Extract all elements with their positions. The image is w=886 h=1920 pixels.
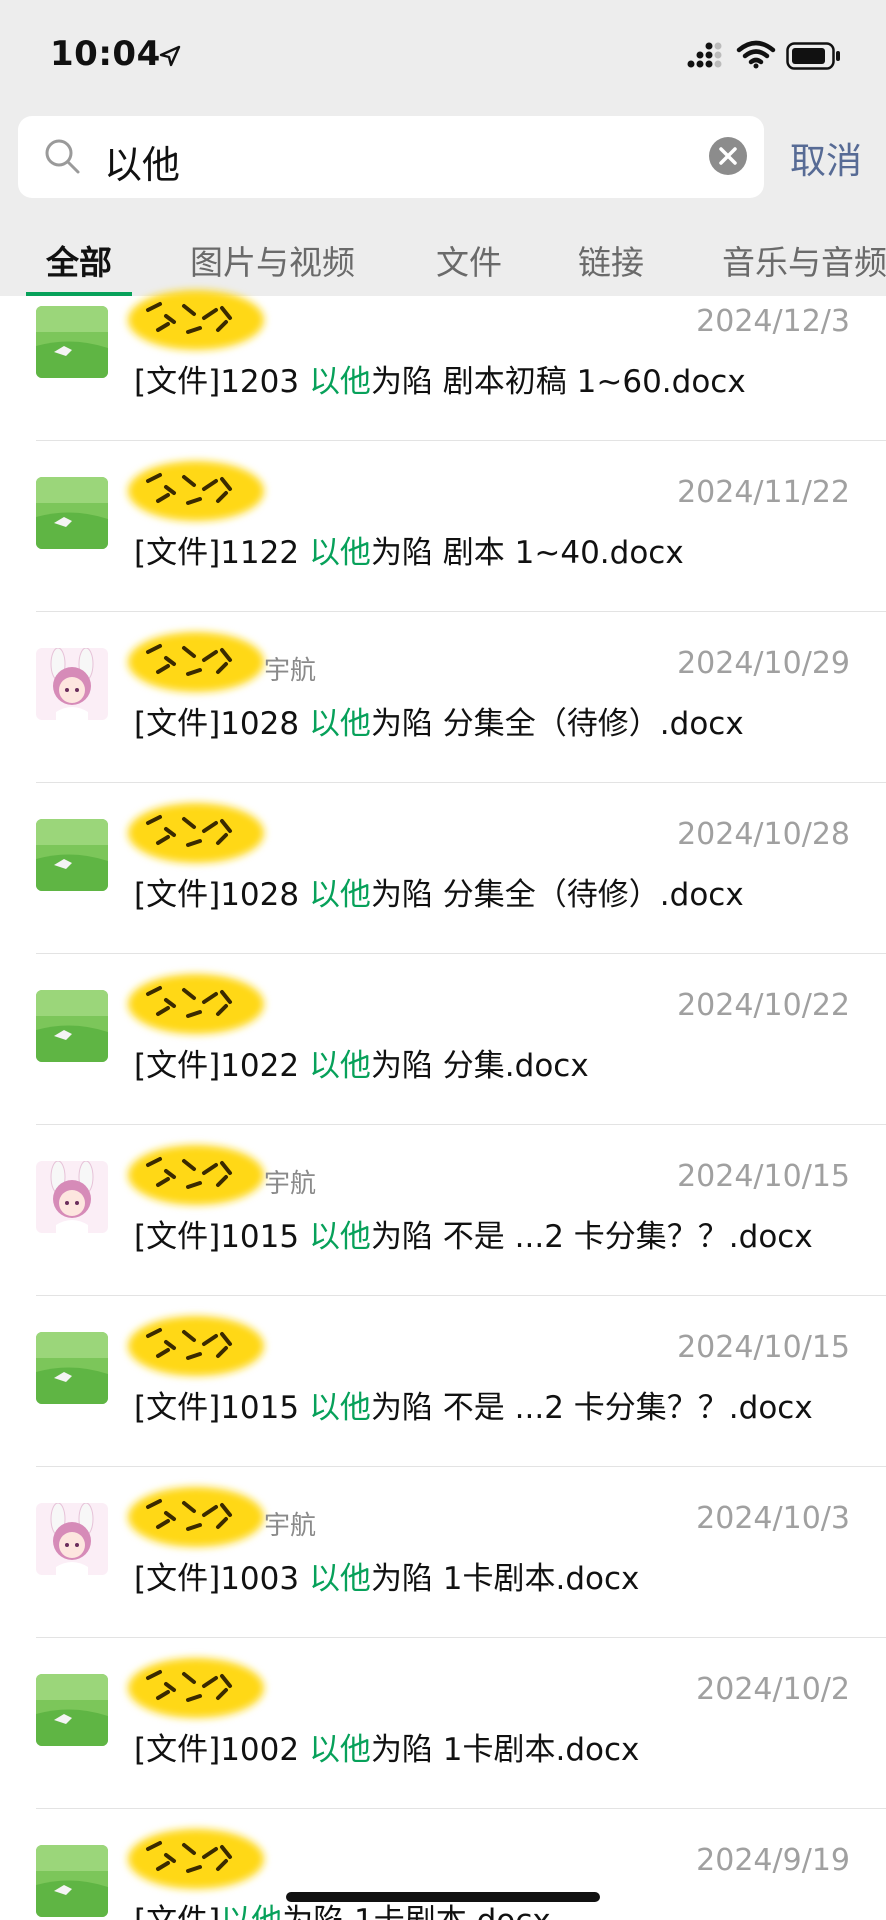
result-date: 2024/10/3 [696, 1501, 850, 1536]
result-title-suffix: 为陷 分集全（待修）.docx [370, 877, 744, 913]
result-title: [文件]1122 以他为陷 剧本 1~40.docx [134, 527, 684, 572]
list-item[interactable]: 宇航 2024/10/29 [文件]1028 以他为陷 分集全（待修）.docx [0, 612, 886, 783]
contact-avatar-field[interactable] [36, 1674, 108, 1746]
result-keyword-highlight: 以他 [308, 1390, 371, 1426]
location-arrow-icon [159, 45, 181, 67]
list-item[interactable]: 2024/10/28 [文件]1028 以他为陷 分集全（待修）.docx [0, 783, 886, 954]
result-title-suffix: 为陷 剧本初稿 1~60.docx [370, 364, 746, 400]
result-title: [文件]1028 以他为陷 分集全（待修）.docx [134, 698, 744, 743]
list-item[interactable]: 2024/12/3 [文件]1203 以他为陷 剧本初稿 1~60.docx [0, 270, 886, 441]
result-title: [文件]1015 以他为陷 不是 ...2 卡分集？？.docx [134, 1382, 813, 1427]
redacted-name-sticker [118, 451, 278, 531]
result-title-prefix: [文件]1015 [134, 1219, 309, 1255]
result-date: 2024/10/22 [677, 988, 850, 1023]
result-date: 2024/10/28 [677, 817, 850, 852]
result-keyword-highlight: 以他 [308, 706, 371, 742]
contact-avatar-anime[interactable] [36, 648, 108, 720]
result-title-prefix: [文件]1015 [134, 1390, 309, 1426]
result-keyword-highlight: 以他 [308, 1732, 371, 1768]
result-title-suffix: 为陷 不是 ...2 卡分集？？.docx [370, 1219, 813, 1255]
contact-avatar-field[interactable] [36, 819, 108, 891]
redacted-name-sticker [118, 1135, 278, 1215]
list-item[interactable]: 宇航 2024/10/3 [文件]1003 以他为陷 1卡剧本.docx [0, 1467, 886, 1638]
contact-avatar-field[interactable] [36, 990, 108, 1062]
contact-avatar-field[interactable] [36, 477, 108, 549]
status-bar: 10:04 [0, 0, 886, 110]
status-time: 10:04 [50, 34, 161, 74]
result-title-suffix: 为陷 分集.docx [370, 1048, 589, 1084]
wifi-icon [736, 40, 776, 69]
result-date: 2024/10/2 [696, 1672, 850, 1707]
result-title-prefix: [文件]1022 [134, 1048, 309, 1084]
list-item[interactable]: 2024/9/19 [文件]以他为陷 1卡剧本.docx [0, 1809, 886, 1920]
result-keyword-highlight: 以他 [220, 1903, 282, 1920]
search-bar[interactable]: 以他 [18, 116, 764, 198]
result-title: [文件]1203 以他为陷 剧本初稿 1~60.docx [134, 356, 746, 401]
result-date: 2024/10/15 [677, 1330, 850, 1365]
result-date: 2024/9/19 [696, 1843, 850, 1878]
redacted-name-sticker [118, 280, 278, 360]
result-date: 2024/10/29 [677, 646, 850, 681]
battery-icon [786, 42, 840, 70]
result-title: [文件]1028 以他为陷 分集全（待修）.docx [134, 869, 744, 914]
result-title-suffix: 为陷 分集全（待修）.docx [370, 706, 744, 742]
redacted-name-sticker [118, 1648, 278, 1728]
result-title-suffix: 为陷 不是 ...2 卡分集？？.docx [370, 1390, 813, 1426]
result-title: [文件]1003 以他为陷 1卡剧本.docx [134, 1553, 639, 1598]
result-title-prefix: [文件]1028 [134, 706, 309, 742]
result-keyword-highlight: 以他 [308, 877, 371, 913]
result-title-prefix: [文件]1203 [134, 364, 309, 400]
header-area: 10:04 以他 取消 全部 图片与视频 文件 链接 音乐与音频 [0, 0, 886, 296]
result-date: 2024/12/3 [696, 304, 850, 339]
search-icon [45, 139, 80, 174]
result-title-prefix: [文件]1002 [134, 1732, 309, 1768]
search-input[interactable]: 以他 [104, 134, 180, 189]
result-title-suffix: 为陷 1卡剧本.docx [370, 1732, 640, 1768]
clear-search-icon[interactable] [708, 136, 748, 176]
result-title-suffix: 为陷 1卡剧本.docx [370, 1561, 640, 1597]
contact-avatar-field[interactable] [36, 1332, 108, 1404]
redacted-name-sticker [118, 622, 278, 702]
result-keyword-highlight: 以他 [308, 364, 371, 400]
list-item[interactable]: 宇航 2024/10/15 [文件]1015 以他为陷 不是 ...2 卡分集？？.… [0, 1125, 886, 1296]
sender-name: 宇航 [264, 656, 317, 686]
sender-name: 宇航 [264, 1169, 317, 1199]
redacted-name-sticker [118, 1306, 278, 1386]
result-title: [文件]1022 以他为陷 分集.docx [134, 1040, 589, 1085]
result-title: [文件]1015 以他为陷 不是 ...2 卡分集？？.docx [134, 1211, 813, 1256]
redacted-name-sticker [118, 964, 278, 1044]
contact-avatar-anime[interactable] [36, 1161, 108, 1233]
redacted-name-sticker [118, 793, 278, 873]
result-title-prefix: [文件] [134, 1903, 220, 1920]
list-item[interactable]: 2024/11/22 [文件]1122 以他为陷 剧本 1~40.docx [0, 441, 886, 612]
list-item[interactable]: 2024/10/15 [文件]1015 以他为陷 不是 ...2 卡分集？？.do… [0, 1296, 886, 1467]
result-title-suffix: 为陷 剧本 1~40.docx [370, 535, 684, 571]
list-item[interactable]: 2024/10/22 [文件]1022 以他为陷 分集.docx [0, 954, 886, 1125]
result-title-suffix: 为陷 1卡剧本.docx [282, 1903, 550, 1920]
sender-name: 宇航 [264, 1511, 317, 1541]
result-title-prefix: [文件]1122 [134, 535, 309, 571]
cancel-button[interactable]: 取消 [790, 132, 862, 184]
result-keyword-highlight: 以他 [308, 1561, 371, 1597]
result-title-prefix: [文件]1003 [134, 1561, 309, 1597]
redacted-name-sticker [118, 1477, 278, 1557]
result-date: 2024/11/22 [677, 475, 850, 510]
cellular-signal-icon [687, 42, 722, 68]
contact-avatar-field[interactable] [36, 306, 108, 378]
result-title: [文件]1002 以他为陷 1卡剧本.docx [134, 1724, 639, 1769]
list-item[interactable]: 2024/10/2 [文件]1002 以他为陷 1卡剧本.docx [0, 1638, 886, 1809]
result-keyword-highlight: 以他 [308, 535, 371, 571]
home-indicator[interactable] [286, 1892, 600, 1902]
redacted-name-sticker [118, 1819, 278, 1899]
contact-avatar-field[interactable] [36, 1845, 108, 1917]
result-title-prefix: [文件]1028 [134, 877, 309, 913]
result-date: 2024/10/15 [677, 1159, 850, 1194]
result-keyword-highlight: 以他 [308, 1048, 371, 1084]
contact-avatar-anime[interactable] [36, 1503, 108, 1575]
result-keyword-highlight: 以他 [308, 1219, 371, 1255]
